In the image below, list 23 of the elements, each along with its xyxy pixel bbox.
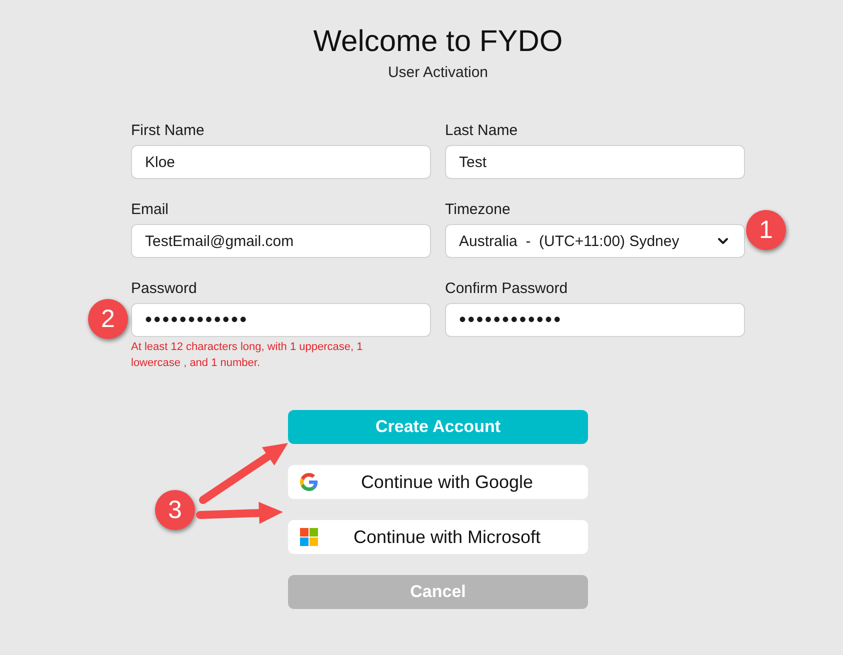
- google-logo-icon: [300, 473, 318, 491]
- input-field[interactable]: Test: [445, 145, 745, 179]
- field-label: First Name: [131, 122, 204, 140]
- dropdown-value: Australia - (UTC+11:00) Sydney: [459, 232, 680, 250]
- google-sign-in-button[interactable]: Continue with Google: [288, 465, 588, 499]
- password-field[interactable]: ••••••••••••: [131, 303, 431, 337]
- field-label: Last Name: [445, 122, 518, 140]
- password-hint: At least 12 characters long, with 1 uppercase, 1 lowercase , and 1 number.: [131, 340, 364, 371]
- dropdown-field[interactable]: Australia - (UTC+11:00) Sydney: [445, 224, 745, 258]
- page-subtitle: User Activation: [388, 64, 488, 82]
- microsoft-sign-in-button[interactable]: Continue with Microsoft: [288, 520, 588, 554]
- password-field[interactable]: ••••••••••••: [445, 303, 745, 337]
- input-field[interactable]: Kloe: [131, 145, 431, 179]
- number-badge: 1: [746, 210, 786, 250]
- field-label: Email: [131, 201, 169, 219]
- field-label: Confirm Password: [445, 280, 568, 298]
- field-label: Timezone: [445, 201, 510, 219]
- number-badge: 3: [155, 490, 195, 530]
- input-field[interactable]: TestEmail@gmail.com: [131, 224, 431, 258]
- microsoft-logo-icon: [300, 528, 318, 546]
- field-label: Password: [131, 280, 197, 298]
- page-title: Welcome to FYDO: [313, 24, 563, 60]
- number-badge: 2: [88, 299, 128, 339]
